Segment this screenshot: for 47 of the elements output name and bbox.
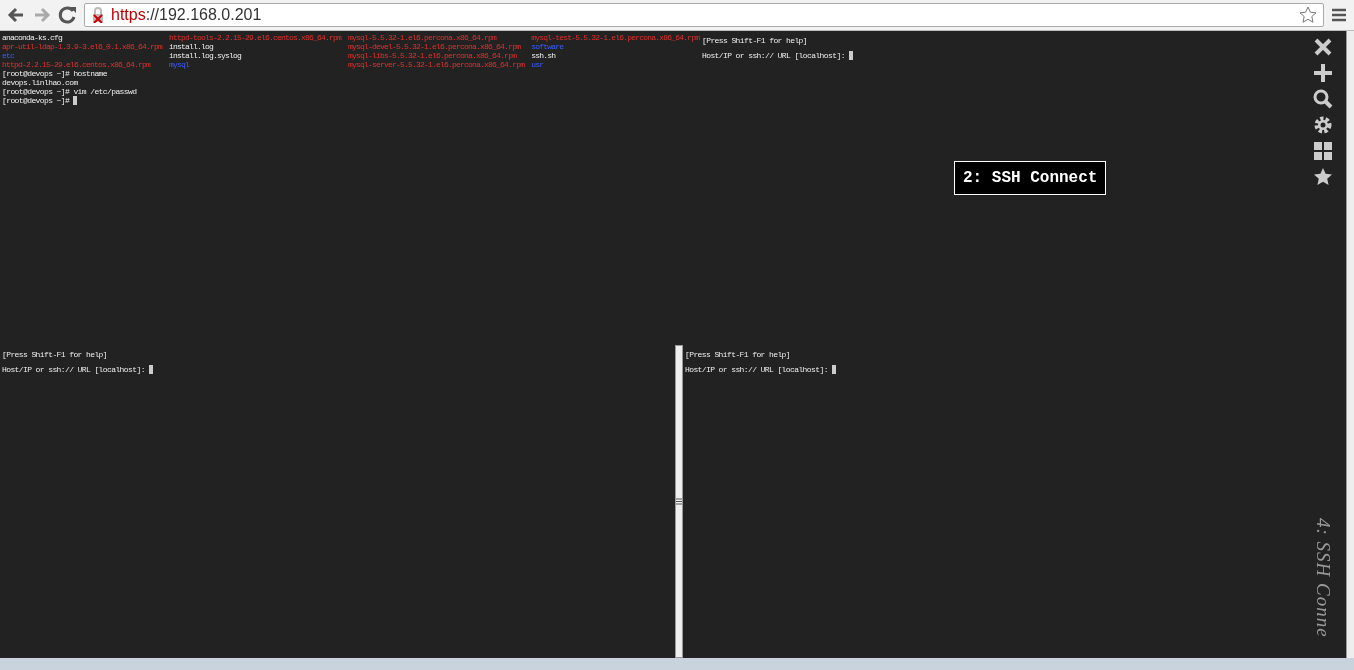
search-icon[interactable] <box>1313 89 1333 109</box>
terminal-line: [root@devops ~]# vim /etc/passwd <box>2 87 137 96</box>
settings-icon[interactable] <box>1313 115 1333 135</box>
file-name: anaconda-ks.cfg <box>2 33 62 42</box>
close-icon[interactable] <box>1313 37 1333 57</box>
url-scheme: https <box>111 6 146 23</box>
star-icon[interactable] <box>1299 6 1317 24</box>
file-name: software <box>531 42 564 51</box>
url-text: ://192.168.0.201 <box>145 6 262 23</box>
file-name: install.log.syslog <box>169 51 242 60</box>
terminal-line: [Press Shift-F1 for help] <box>685 349 791 359</box>
terminal-line: [root@devops ~]# hostname <box>2 69 108 78</box>
file-name: mysql-devel-5.5.32-1.el6.percona.x86_64.rpm <box>348 42 521 51</box>
text-cursor <box>149 364 154 374</box>
grip-icon <box>676 497 682 505</box>
file-name: etc <box>2 51 14 60</box>
star-icon[interactable] <box>1313 167 1333 187</box>
file-name: httpd-2.2.15-29.el6.centos.x86_64.rpm <box>2 60 151 69</box>
back-icon[interactable] <box>6 5 26 25</box>
file-name: mysql-5.5.32-1.el6.percona.x86_64.rpm <box>348 33 497 42</box>
terminal-line: [root@devops ~]# <box>2 96 71 105</box>
terminal-line: [Press Shift-F1 for help] <box>702 36 808 45</box>
file-name: usr <box>531 60 544 69</box>
plus-icon[interactable] <box>1313 63 1333 83</box>
file-name: mysql-server-5.5.32-1.el6.percona.x86_64.rpm <box>348 60 525 69</box>
file-name: install.log <box>169 42 214 51</box>
insecure-lock-icon <box>91 7 105 23</box>
file-name: mysql-test-5.5.32-1.el6.percona.x86_64.rpm <box>531 33 700 42</box>
file-name: httpd-tools-2.2.15-29.el6.centos.x86_64.rpm <box>169 33 342 42</box>
window-label: 4: SSH Conne <box>1312 518 1334 638</box>
file-name: ssh.sh <box>531 51 556 60</box>
terminal-line: [Press Shift-F1 for help] <box>2 349 108 359</box>
text-cursor <box>832 364 837 374</box>
terminal-line: devops.linlhao.com <box>2 78 78 87</box>
text-cursor <box>73 96 78 105</box>
reload-icon[interactable] <box>58 5 78 25</box>
menu-icon[interactable] <box>1330 7 1348 23</box>
grid-icon[interactable] <box>1313 141 1333 161</box>
terminal-line: Host/IP or ssh:// URL [localhost]: <box>702 51 846 60</box>
text-cursor <box>849 51 854 60</box>
address-bar[interactable]: https://192.168.0.201 <box>84 3 1324 27</box>
window-label: 2: SSH Connect <box>954 161 1107 195</box>
file-name: apr-util-ldap-1.3.9-3.el6_0.1.x86_64.rpm <box>2 42 163 51</box>
file-name: mysql-libs-5.5.32-1.el6.percona.x86_64.rpm <box>348 51 517 60</box>
terminal-line: Host/IP or ssh:// URL [localhost]: <box>2 364 146 374</box>
terminal-line: Host/IP or ssh:// URL [localhost]: <box>685 364 829 374</box>
file-name: mysql <box>169 60 190 69</box>
